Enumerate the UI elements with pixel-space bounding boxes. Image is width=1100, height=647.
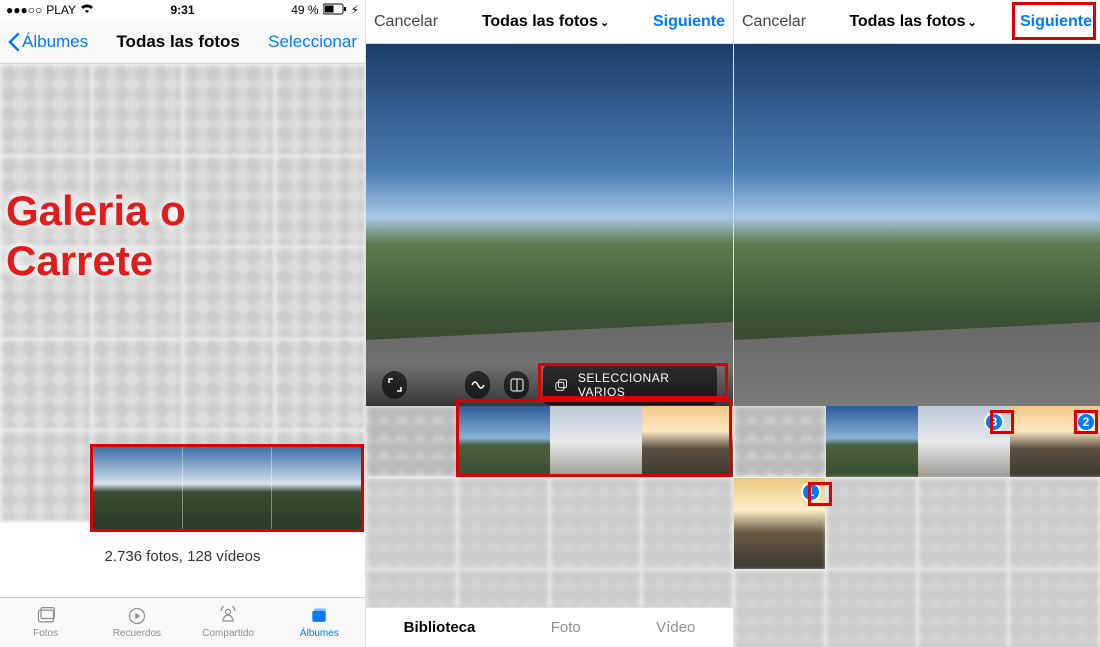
albums-icon [308, 606, 330, 626]
picker-title[interactable]: Todas las fotos⌄ [849, 13, 976, 31]
photo-thumb[interactable] [0, 64, 91, 155]
photo-thumb[interactable] [918, 478, 1009, 569]
chevron-down-icon: ⌄ [967, 17, 976, 29]
selection-badge: 1 [801, 482, 821, 502]
layout-icon[interactable] [504, 371, 529, 399]
photo-thumb[interactable]: 2 [1010, 406, 1100, 477]
boomerang-icon[interactable] [465, 371, 490, 399]
photo-thumb[interactable] [366, 478, 457, 569]
photo-thumb[interactable] [1009, 478, 1100, 569]
photo-count-label: 2.736 fotos, 128 vídeos [0, 548, 365, 565]
battery-percent: 49 % [291, 3, 318, 17]
segment-photo[interactable]: Foto [551, 619, 581, 636]
selection-badge: 3 [984, 412, 1004, 432]
tab-memories[interactable]: Recuerdos [91, 598, 182, 647]
photo-thumb[interactable] [734, 406, 826, 477]
select-multiple-button[interactable]: SELECCIONAR VARIOS [543, 365, 717, 405]
photo-thumb[interactable] [826, 406, 918, 477]
cancel-button[interactable]: Cancelar [742, 13, 806, 31]
photo-thumb[interactable] [642, 406, 733, 477]
nav-bar: Álbumes Todas las fotos Seleccionar [0, 20, 365, 64]
photo-thumb[interactable] [275, 156, 366, 247]
photo-thumb[interactable] [550, 478, 641, 569]
photo-thumb[interactable] [458, 406, 550, 477]
selected-photo-preview[interactable] [734, 44, 1100, 406]
selection-badge: 2 [1076, 412, 1096, 432]
photos-icon [35, 606, 57, 626]
photo-thumb[interactable]: 1 [734, 478, 825, 569]
landscape-thumbs-highlight [90, 444, 364, 532]
tab-bar: Fotos Recuerdos Compartido Álbumes [0, 597, 365, 647]
photo-thumb[interactable] [183, 247, 274, 338]
photo-thumb[interactable] [275, 247, 366, 338]
segment-library[interactable]: Biblioteca [404, 619, 476, 636]
picker-title-label: Todas las fotos [849, 13, 965, 30]
next-button[interactable]: Siguiente [653, 13, 725, 31]
charging-icon: ⚡︎ [351, 3, 359, 17]
back-button[interactable]: Álbumes [8, 32, 88, 52]
photo-thumb[interactable] [0, 339, 91, 430]
photo-thumb[interactable] [918, 570, 1009, 647]
signal-dots-icon: ●●●○○ [6, 3, 42, 17]
carrier-label: PLAY [46, 3, 76, 17]
tab-shared[interactable]: Compartido [183, 598, 274, 647]
thumbnail-strip[interactable]: 3 2 [734, 406, 1100, 477]
shared-icon [217, 606, 239, 626]
thumbnail-grid[interactable]: 1 [734, 478, 1100, 647]
photo-thumb[interactable] [1009, 570, 1100, 647]
photo-thumb[interactable] [458, 478, 549, 569]
annotation-label: Galeria o Carrete [6, 186, 186, 287]
photo-thumb[interactable]: 3 [918, 406, 1010, 477]
picker-panel-single: Cancelar Todas las fotos⌄ Siguiente [366, 0, 734, 647]
thumbnail-strip[interactable] [366, 406, 733, 477]
photo-thumb[interactable] [183, 156, 274, 247]
segment-video[interactable]: Vídeo [656, 619, 695, 636]
photo-thumb[interactable] [642, 478, 733, 569]
stack-icon [555, 378, 567, 392]
select-multiple-label: SELECCIONAR VARIOS [578, 371, 705, 399]
tab-label: Compartido [202, 628, 254, 639]
tab-photos[interactable]: Fotos [0, 598, 91, 647]
wifi-icon [80, 3, 94, 17]
photo-thumb[interactable] [183, 64, 274, 155]
picker-nav-bar: Cancelar Todas las fotos⌄ Siguiente [734, 0, 1100, 44]
page-title: Todas las fotos [88, 32, 268, 52]
next-button[interactable]: Siguiente [1020, 13, 1092, 31]
picker-title-label: Todas las fotos [482, 13, 598, 30]
clock: 9:31 [170, 3, 194, 17]
photo-thumb[interactable] [826, 478, 917, 569]
cancel-button[interactable]: Cancelar [374, 13, 438, 31]
picker-title[interactable]: Todas las fotos⌄ [482, 13, 609, 31]
photo-thumb[interactable] [0, 430, 91, 521]
tab-label: Recuerdos [113, 628, 161, 639]
tab-label: Álbumes [300, 628, 339, 639]
preview-controls: SELECCIONAR VARIOS [366, 364, 733, 406]
photo-thumb[interactable] [183, 447, 273, 529]
picker-nav-bar: Cancelar Todas las fotos⌄ Siguiente [366, 0, 733, 44]
photo-thumb[interactable] [275, 64, 366, 155]
picker-panel-multi: Cancelar Todas las fotos⌄ Siguiente 3 2 … [734, 0, 1100, 647]
expand-icon[interactable] [382, 371, 407, 399]
photo-thumb[interactable] [93, 447, 183, 529]
select-button[interactable]: Seleccionar [268, 32, 357, 52]
memories-icon [126, 606, 148, 626]
tab-albums[interactable]: Álbumes [274, 598, 365, 647]
photo-thumb[interactable] [550, 406, 642, 477]
photo-thumb[interactable] [272, 447, 361, 529]
photo-thumb[interactable] [92, 64, 183, 155]
battery-icon [323, 3, 347, 18]
segmented-control: Biblioteca Foto Vídeo [366, 607, 733, 647]
photos-app-panel: ●●●○○ PLAY 9:31 49 % ⚡︎ Álbumes Todas la… [0, 0, 366, 647]
back-label: Álbumes [22, 32, 88, 52]
photo-thumb[interactable] [734, 570, 825, 647]
photo-thumb[interactable] [183, 339, 274, 430]
selected-photo-preview[interactable]: SELECCIONAR VARIOS [366, 44, 733, 406]
status-bar: ●●●○○ PLAY 9:31 49 % ⚡︎ [0, 0, 365, 20]
chevron-down-icon: ⌄ [600, 17, 609, 29]
tab-label: Fotos [33, 628, 58, 639]
photo-thumb[interactable] [826, 570, 917, 647]
photo-thumb[interactable] [92, 339, 183, 430]
photo-thumb[interactable] [366, 406, 458, 477]
photo-thumb[interactable] [275, 339, 366, 430]
